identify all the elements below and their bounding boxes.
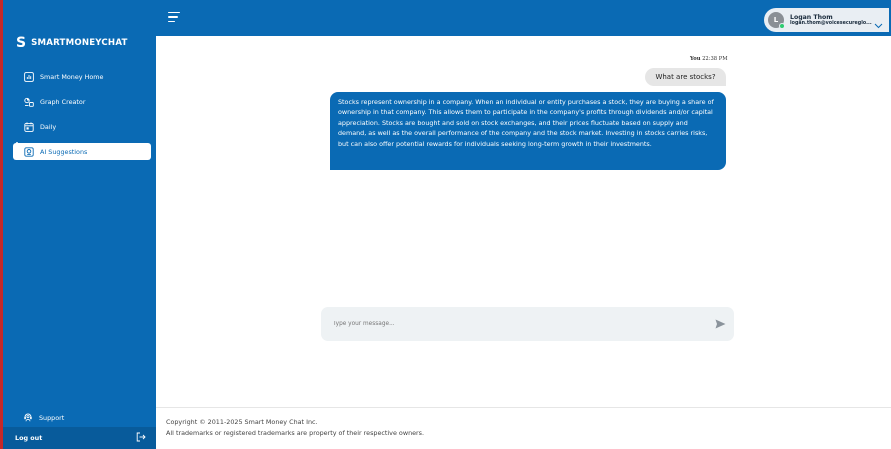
avatar: L [768, 12, 785, 29]
support-link[interactable]: Support [23, 412, 64, 424]
send-icon[interactable] [714, 318, 726, 330]
sidebar-item-ai-suggestions[interactable]: AI Suggestions [13, 143, 151, 160]
user-info: Logan Thom logan.thom@voicesecureglo... [790, 14, 872, 27]
online-status-icon [779, 23, 785, 29]
message-meta: You 22:38 PM [690, 56, 728, 62]
footer-copyright: Copyright © 2011-2025 Smart Money Chat I… [166, 418, 318, 426]
sidebar: S SMARTMONEYCHAT Smart Money Home Graph … [0, 0, 156, 449]
chevron-down-icon[interactable] [874, 14, 883, 33]
message-sender: You [690, 56, 701, 62]
logout-label: Log out [15, 434, 43, 442]
user-message-bubble: What are stocks? [645, 68, 726, 86]
logo-icon: S [16, 35, 27, 51]
user-menu[interactable]: L Logan Thom logan.thom@voicesecureglo..… [764, 8, 889, 32]
brand-logo[interactable]: S SMARTMONEYCHAT [16, 36, 128, 50]
message-composer [321, 307, 734, 341]
sidebar-item-smart-money-home[interactable]: Smart Money Home [13, 68, 151, 85]
footer: Copyright © 2011-2025 Smart Money Chat I… [166, 417, 424, 438]
avatar-initial: L [773, 16, 779, 24]
message-time: 22:38 PM [700, 56, 728, 62]
sidebar-item-label: Smart Money Home [40, 72, 104, 81]
logout-button[interactable]: Log out [3, 427, 156, 449]
graph-icon [23, 96, 34, 107]
footer-divider [156, 407, 891, 408]
calendar-icon [23, 121, 34, 132]
menu-icon[interactable] [168, 12, 180, 22]
app-root: S SMARTMONEYCHAT Smart Money Home Graph … [0, 0, 891, 449]
sidebar-item-label: Graph Creator [40, 97, 86, 106]
ai-message-text: Stocks represent ownership in a company.… [338, 98, 714, 148]
support-icon [23, 412, 33, 424]
user-name: Logan Thom [790, 13, 833, 21]
logout-icon [136, 432, 146, 444]
ai-icon [23, 146, 34, 157]
sidebar-item-daily[interactable]: Daily [13, 118, 151, 135]
sidebar-nav: Smart Money Home Graph Creator Daily AI … [13, 68, 151, 168]
ai-message-bubble: Stocks represent ownership in a company.… [330, 92, 726, 170]
user-email: logan.thom@voicesecureglo... [790, 20, 872, 26]
sidebar-item-graph-creator[interactable]: Graph Creator [13, 93, 151, 110]
chart-icon [23, 71, 34, 82]
footer-trademark: All trademarks or registered trademarks … [166, 428, 425, 437]
brand-name: SMARTMONEYCHAT [31, 38, 128, 48]
sidebar-item-label: AI Suggestions [40, 147, 88, 156]
user-message-text: What are stocks? [655, 73, 716, 81]
top-bar: L Logan Thom logan.thom@voicesecureglo..… [156, 0, 891, 36]
support-label: Support [39, 414, 65, 422]
message-input[interactable] [333, 321, 714, 327]
sidebar-item-label: Daily [40, 122, 57, 131]
